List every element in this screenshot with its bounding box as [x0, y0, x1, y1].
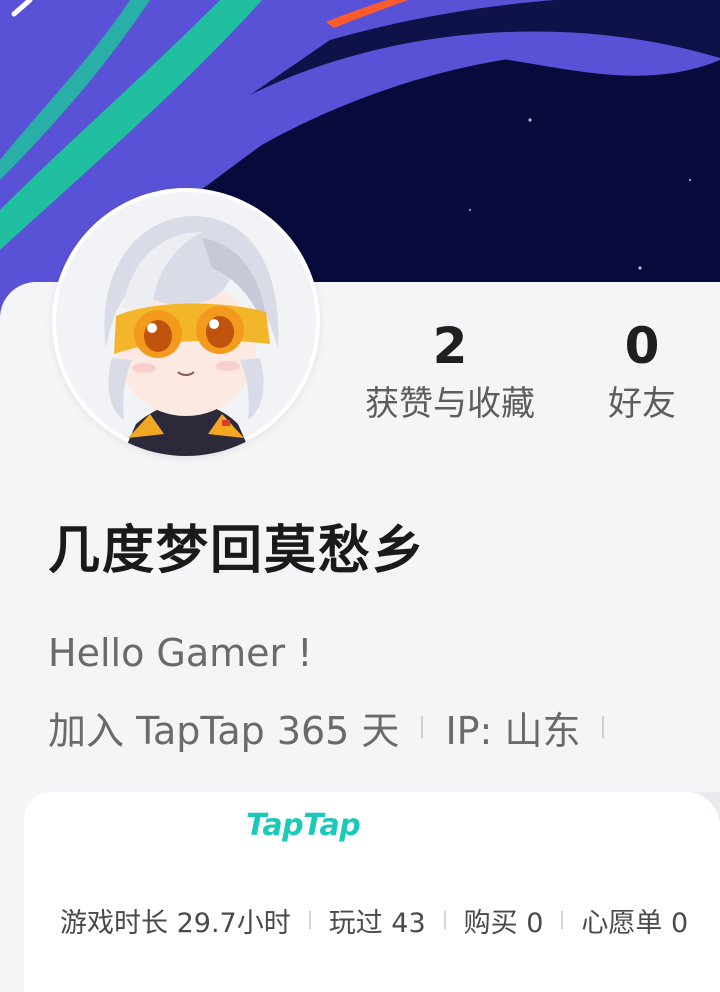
- friends-stat[interactable]: 0 好友: [596, 318, 688, 426]
- profile-bio: Hello Gamer !: [48, 631, 313, 675]
- profile-meta-row: 加入 TapTap 365 天 IP: 山东: [48, 700, 605, 754]
- purchased-count[interactable]: 购买 0: [464, 901, 544, 940]
- taptap-logo-tab[interactable]: TapTap: [246, 806, 361, 846]
- tab-edge: [520, 792, 580, 862]
- likes-and-favorites-stat[interactable]: 2 获赞与收藏: [352, 318, 548, 426]
- ip-location: IP: 山东: [445, 708, 581, 753]
- play-time[interactable]: 游戏时长 29.7小时: [60, 901, 291, 940]
- likes-count: 2: [432, 317, 468, 375]
- friends-count: 0: [624, 317, 660, 375]
- join-duration: 加入 TapTap 365 天: [48, 708, 400, 753]
- likes-label: 获赞与收藏: [365, 384, 535, 424]
- wishlist-count[interactable]: 心愿单 0: [581, 901, 688, 940]
- game-record-card: [24, 792, 720, 992]
- game-stats-row: 游戏时长 29.7小时 玩过 43 购买 0 心愿单 0: [60, 898, 688, 942]
- divider: [602, 716, 605, 738]
- played-count[interactable]: 玩过 43: [329, 901, 426, 940]
- chevron-left-icon[interactable]: [0, 0, 44, 26]
- divider: [443, 911, 446, 929]
- divider: [308, 911, 311, 929]
- profile-nickname: 几度梦回莫愁乡: [48, 521, 427, 581]
- friends-label: 好友: [608, 384, 676, 424]
- divider: [421, 716, 424, 738]
- anime-avatar-icon: [56, 192, 316, 456]
- avatar[interactable]: [52, 188, 320, 456]
- divider: [561, 911, 564, 929]
